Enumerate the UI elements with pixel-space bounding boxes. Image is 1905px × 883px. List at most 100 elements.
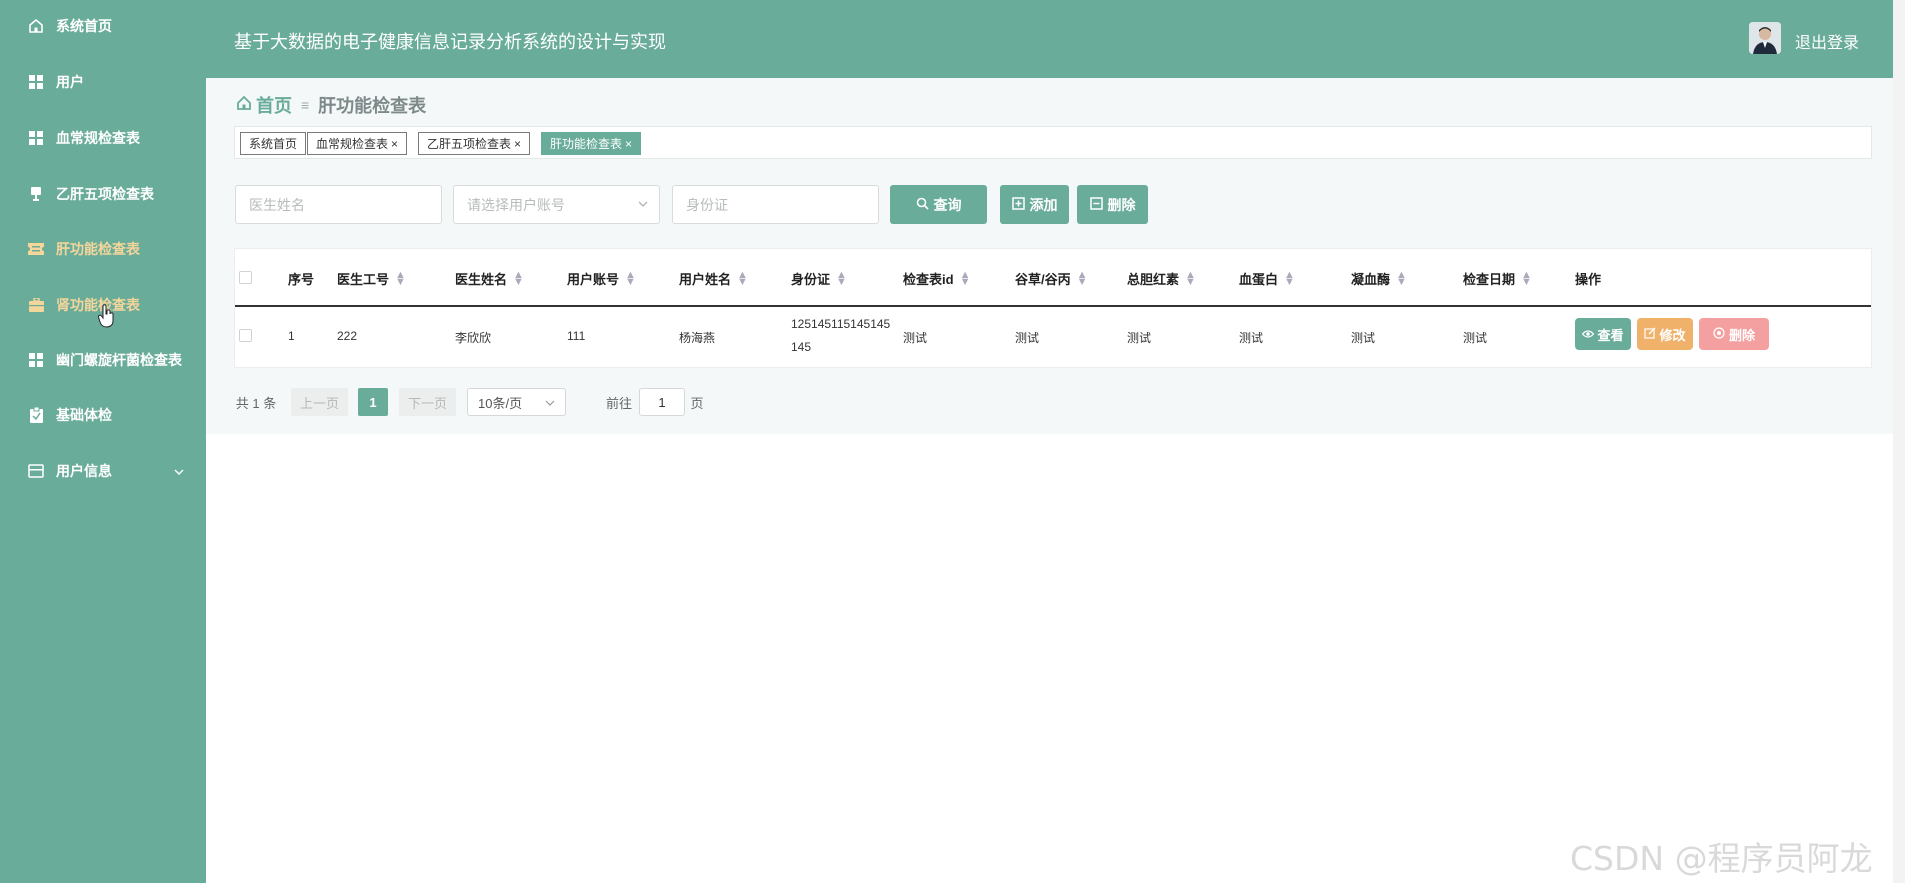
close-icon[interactable]: × (391, 137, 398, 151)
sidebar-item-liver-function[interactable]: 肝功能检查表 (0, 227, 206, 271)
user-account-select[interactable]: 请选择用户账号 (453, 185, 660, 224)
sidebar-item-blood-routine[interactable]: 血常规检查表 (0, 116, 206, 160)
logout-link[interactable]: 退出登录 (1795, 29, 1859, 53)
sort-icon[interactable]: ▲ ▼ (960, 269, 971, 287)
plus-square-icon (1011, 196, 1025, 213)
next-page-button[interactable]: 下一页 (399, 388, 456, 416)
sort-icon[interactable]: ▲ ▼ (836, 269, 847, 287)
sidebar-item-label: 肝功能检查表 (56, 241, 140, 257)
grid-icon (28, 352, 44, 368)
column-header[interactable]: 身份证 ▲ ▼ (791, 269, 847, 288)
query-button[interactable]: 查询 (890, 185, 987, 224)
doctor-name-input[interactable]: 医生姓名 (235, 185, 442, 224)
id-card-input[interactable]: 身份证 (672, 185, 879, 224)
clipboard-icon (28, 407, 44, 423)
cell-bilirubin: 测试 (1127, 331, 1152, 345)
button-label: 删除 (1728, 327, 1755, 343)
tab-hepatitis-b[interactable]: 乙肝五项检查表 × (418, 132, 531, 155)
sidebar-item-users[interactable]: 用户 (0, 60, 206, 104)
select-all-checkbox[interactable] (239, 271, 252, 284)
column-header-label: 医生姓名 (455, 272, 508, 287)
cell-doctor-name: 李欣欣 (455, 331, 492, 345)
column-header-label: 血蛋白 (1239, 272, 1279, 287)
breadcrumb-home[interactable]: 首页 (256, 92, 292, 118)
sidebar-item-basic-checkup[interactable]: 基础体检 (0, 393, 206, 437)
breadcrumb: 首页 ≡ 肝功能检查表 (236, 92, 426, 118)
column-header[interactable]: 血蛋白 ▲ ▼ (1239, 269, 1295, 288)
tab-label: 肝功能检查表 (550, 137, 623, 151)
page-size-select[interactable]: 10条/页 (467, 388, 566, 416)
home-icon[interactable] (236, 95, 252, 116)
close-icon[interactable]: × (514, 137, 521, 151)
tab-liver-function[interactable]: 肝功能检查表 × (541, 132, 642, 155)
sort-icon[interactable]: ▲ ▼ (1284, 269, 1295, 287)
column-header-label: 凝血酶 (1351, 272, 1391, 287)
tab-blood-routine[interactable]: 血常规检查表 × (307, 132, 408, 155)
column-header-label: 用户账号 (567, 272, 620, 287)
sidebar-item-label: 幽门螺旋杆菌检查表 (56, 352, 182, 368)
cup-icon (28, 186, 44, 202)
column-header-label: 身份证 (791, 272, 831, 287)
delete-button[interactable]: 删除 (1699, 318, 1769, 350)
column-header[interactable]: 谷草/谷丙 ▲ ▼ (1015, 269, 1088, 288)
sort-icon[interactable]: ▲ ▼ (625, 269, 636, 287)
breadcrumb-separator-icon: ≡ (301, 97, 310, 113)
input-placeholder: 身份证 (686, 196, 728, 213)
prev-page-button[interactable]: 上一页 (291, 388, 348, 416)
row-checkbox[interactable] (239, 329, 252, 342)
sort-icon[interactable]: ▲ ▼ (1396, 269, 1407, 287)
sort-icon[interactable]: ▲ ▼ (1521, 269, 1532, 287)
column-header[interactable]: 用户姓名 ▲ ▼ (679, 269, 748, 288)
chevron-down-icon (637, 196, 649, 215)
column-header: 操作 (1575, 269, 1601, 288)
sort-icon[interactable]: ▲ ▼ (737, 269, 748, 287)
sort-icon[interactable]: ▲ ▼ (1077, 269, 1088, 287)
goto-unit: 页 (690, 395, 704, 411)
tabs-bar: 系统首页 血常规检查表 × 乙肝五项检查表 × 肝功能检查表 × (234, 126, 1872, 159)
column-header[interactable]: 总胆红素 ▲ ▼ (1127, 269, 1196, 288)
add-button[interactable]: 添加 (1000, 185, 1069, 224)
goto-page-input[interactable]: 1 (639, 388, 685, 416)
column-header[interactable]: 检查表id ▲ ▼ (903, 269, 970, 288)
column-header-label: 谷草/谷丙 (1015, 272, 1071, 287)
cell-doctor-no: 222 (337, 329, 358, 343)
page-size-value: 10条/页 (478, 395, 523, 411)
batch-delete-button[interactable]: 删除 (1077, 185, 1148, 224)
circle-x-icon (1713, 326, 1725, 342)
column-header-label: 医生工号 (337, 272, 390, 287)
view-button[interactable]: 查看 (1575, 318, 1631, 350)
tab-home[interactable]: 系统首页 (240, 132, 307, 155)
cell-check-id: 测试 (903, 331, 928, 345)
column-header[interactable]: 医生姓名 ▲ ▼ (455, 269, 524, 288)
sort-icon[interactable]: ▲ ▼ (1185, 269, 1196, 287)
sidebar-item-home[interactable]: 系统首页 (0, 4, 206, 48)
wallet-icon (28, 463, 44, 479)
close-icon[interactable]: × (625, 137, 632, 151)
sidebar: 系统首页 用户 血常规检查表 乙肝五项检查表 肝功能检查表 肾功能检查表 幽门螺… (0, 0, 206, 883)
sidebar-item-label: 血常规检查表 (56, 130, 140, 146)
sort-icon[interactable]: ▲ ▼ (513, 269, 524, 287)
button-label: 查看 (1597, 327, 1624, 343)
app-title: 基于大数据的电子健康信息记录分析系统的设计与实现 (234, 32, 666, 52)
select-placeholder: 请选择用户账号 (467, 196, 565, 213)
sidebar-item-helicobacter[interactable]: 幽门螺旋杆菌检查表 (0, 338, 206, 382)
page-number[interactable]: 1 (358, 388, 388, 416)
column-header[interactable]: 医生工号 ▲ ▼ (337, 269, 406, 288)
edit-button[interactable]: 修改 (1637, 318, 1693, 350)
sidebar-item-label: 用户 (56, 74, 84, 90)
avatar[interactable] (1749, 22, 1781, 54)
column-header[interactable]: 检查日期 ▲ ▼ (1463, 269, 1532, 288)
mouse-cursor-icon (97, 304, 116, 331)
cell-ast-alt: 测试 (1015, 331, 1040, 345)
goto-label: 前往 (605, 395, 632, 411)
edit-icon (1644, 327, 1656, 342)
column-header[interactable]: 凝血酶 ▲ ▼ (1351, 269, 1407, 288)
watermark: CSDN @程序员阿龙 (1570, 839, 1873, 878)
sidebar-item-user-info[interactable]: 用户信息 (0, 449, 206, 493)
column-header[interactable]: 用户账号 ▲ ▼ (567, 269, 636, 288)
cell-blood-protein: 测试 (1239, 331, 1264, 345)
button-label: 修改 (1659, 327, 1686, 343)
minus-square-icon (1089, 196, 1103, 213)
sidebar-item-hepatitis-b[interactable]: 乙肝五项检查表 (0, 172, 206, 216)
sort-icon[interactable]: ▲ ▼ (395, 269, 406, 287)
